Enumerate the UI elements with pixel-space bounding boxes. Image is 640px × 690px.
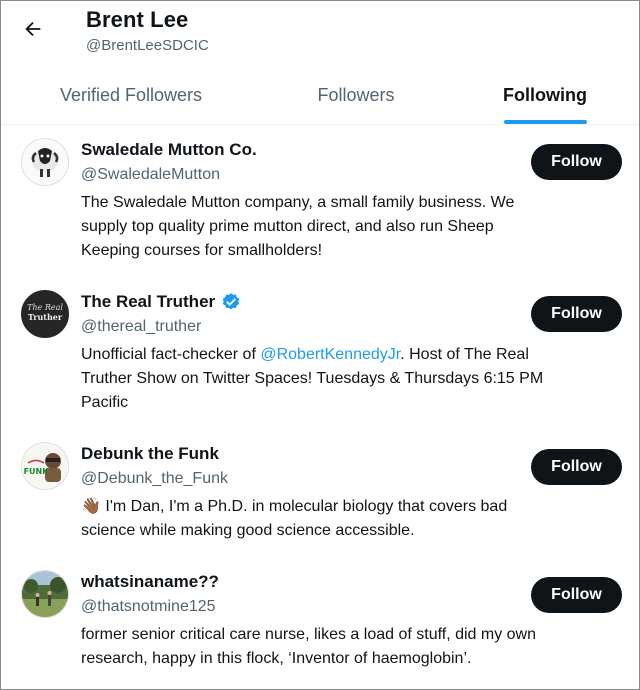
avatar-text: FUNK	[24, 467, 50, 476]
avatar[interactable]	[21, 138, 69, 186]
bio-line: science while making good science access…	[81, 522, 415, 539]
avatar-text: Truther	[28, 312, 63, 322]
bio-text: Unofficial fact-checker of	[81, 346, 261, 363]
bio-text: I'm Dan, I'm a Ph.D. in molecular biolog…	[100, 498, 508, 515]
avatar[interactable]	[21, 570, 69, 618]
waving-hand-emoji: 👋🏾	[81, 498, 101, 515]
bio-line: Truther Show on Twitter Spaces! Tuesdays…	[81, 370, 544, 387]
user-name[interactable]: The Real Truther	[81, 292, 241, 312]
bio-line: Keeping courses for smallholders!	[81, 242, 323, 259]
user-name-text: whatsinaname??	[81, 572, 219, 591]
active-tab-indicator	[504, 120, 587, 124]
follow-button[interactable]: Follow	[531, 144, 622, 180]
user-bio: The Swaledale Mutton company, a small fa…	[81, 191, 621, 263]
user-name-text: Debunk the Funk	[81, 444, 219, 463]
user-cell[interactable]: whatsinaname?? @thatsnotmine125 Follow f…	[1, 557, 639, 687]
user-name-text: Swaledale Mutton Co.	[81, 140, 257, 159]
user-name[interactable]: whatsinaname??	[81, 572, 219, 592]
profile-name: Brent Lee	[86, 7, 189, 32]
tab-verified-followers[interactable]: Verified Followers	[1, 67, 261, 124]
user-bio: 👋🏾 I'm Dan, I'm a Ph.D. in molecular bio…	[81, 495, 621, 543]
sheep-logo-icon	[22, 139, 68, 185]
funk-logo-icon: FUNK	[22, 443, 68, 489]
field-photo-icon	[22, 571, 68, 617]
profile-header: Brent Lee @BrentLeeSDCIC	[1, 1, 639, 67]
tab-following[interactable]: Following	[451, 67, 639, 124]
avatar[interactable]: The Real Truther	[21, 290, 69, 338]
bio-line: 👋🏾 I'm Dan, I'm a Ph.D. in molecular bio…	[81, 495, 621, 519]
user-handle[interactable]: @thereal_truther	[81, 318, 201, 336]
user-handle[interactable]: @SwaledaleMutton	[81, 166, 220, 184]
follow-button[interactable]: Follow	[531, 449, 622, 485]
profile-handle: @BrentLeeSDCIC	[86, 37, 209, 54]
bio-line: former senior critical care nurse, likes…	[81, 626, 536, 643]
bio-line: Unofficial fact-checker of @RobertKenned…	[81, 343, 621, 367]
verified-badge-icon	[222, 293, 240, 310]
user-name[interactable]: Debunk the Funk	[81, 444, 219, 464]
follow-button[interactable]: Follow	[531, 296, 622, 332]
user-handle[interactable]: @thatsnotmine125	[81, 598, 216, 616]
mention-link[interactable]: @RobertKennedyJr	[260, 346, 400, 363]
tab-bar: Verified Followers Followers Following	[1, 67, 639, 125]
bio-line: Pacific	[81, 394, 129, 411]
bio-text: . Host of The Real	[400, 346, 529, 363]
user-name[interactable]: Swaledale Mutton Co.	[81, 140, 257, 160]
user-cell[interactable]: The Real Truther The Real Truther @there…	[1, 277, 639, 429]
user-cell[interactable]: Swaledale Mutton Co. @SwaledaleMutton Fo…	[1, 125, 639, 277]
user-name-text: The Real Truther	[81, 292, 216, 311]
truther-logo-icon: The Real Truther	[22, 291, 68, 337]
avatar-text: The Real	[27, 303, 63, 312]
user-bio: Unofficial fact-checker of @RobertKenned…	[81, 343, 621, 415]
arrow-left-icon	[25, 21, 41, 37]
bio-line: The Swaledale Mutton company, a small fa…	[81, 194, 515, 211]
bio-line: supply top quality prime mutton direct, …	[81, 218, 494, 235]
user-bio: former senior critical care nurse, likes…	[81, 623, 621, 671]
avatar[interactable]: FUNK	[21, 442, 69, 490]
tab-followers[interactable]: Followers	[261, 67, 451, 124]
bio-line: research, happy in this flock, ‘Inventor…	[81, 650, 472, 667]
user-cell[interactable]: FUNK Debunk the Funk @Debunk_the_Funk Fo…	[1, 429, 639, 557]
back-button[interactable]	[19, 15, 47, 43]
user-handle[interactable]: @Debunk_the_Funk	[81, 470, 228, 488]
follow-button[interactable]: Follow	[531, 577, 622, 613]
